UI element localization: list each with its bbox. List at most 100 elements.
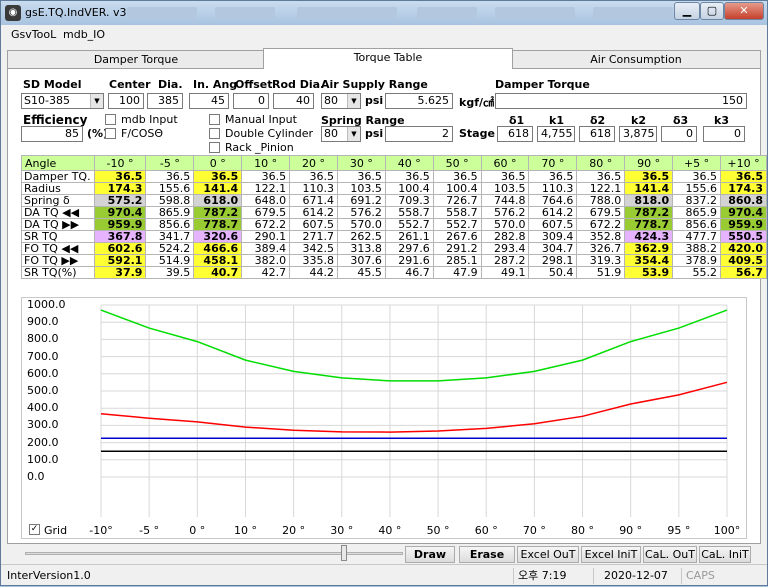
chevron-down-icon[interactable]: ▼: [347, 127, 360, 141]
rod-dia-field[interactable]: 40: [273, 93, 314, 109]
table-cell[interactable]: 122.1: [576, 182, 626, 195]
table-cell[interactable]: 45.5: [336, 266, 386, 279]
table-cell[interactable]: 103.5: [336, 182, 386, 195]
table-cell[interactable]: 672.2: [241, 218, 291, 231]
table-cell[interactable]: 341.7: [145, 230, 195, 243]
table-cell[interactable]: 389.4: [241, 242, 291, 255]
table-cell[interactable]: 319.3: [576, 254, 626, 267]
rack-pinion-checkbox[interactable]: [209, 142, 220, 153]
table-cell[interactable]: 477.7: [672, 230, 721, 243]
table-cell[interactable]: 313.8: [336, 242, 386, 255]
table-cell[interactable]: 354.4: [624, 254, 674, 267]
table-cell[interactable]: 100.4: [432, 182, 482, 195]
table-cell[interactable]: 44.2: [289, 266, 338, 279]
table-cell[interactable]: 382.0: [241, 254, 291, 267]
table-cell[interactable]: 787.2: [624, 206, 674, 219]
table-cell[interactable]: 53.9: [624, 266, 674, 279]
excel-init-button[interactable]: Excel IniT: [581, 546, 641, 563]
center-field[interactable]: 100: [108, 93, 144, 109]
air-supply-field[interactable]: 5.625: [385, 93, 453, 109]
table-cell[interactable]: 285.1: [432, 254, 482, 267]
table-cell[interactable]: 709.3: [384, 194, 434, 207]
menu-mdb-io[interactable]: mdb_IO: [63, 28, 105, 41]
tab-damper-torque[interactable]: Damper Torque: [7, 50, 265, 68]
table-cell[interactable]: 552.7: [432, 218, 482, 231]
table-cell[interactable]: 297.6: [384, 242, 434, 255]
table-cell[interactable]: 326.7: [576, 242, 626, 255]
table-cell[interactable]: 36.5: [145, 170, 195, 183]
double-cylinder-checkbox[interactable]: [209, 128, 220, 139]
close-button[interactable]: ✕: [724, 2, 764, 20]
table-cell[interactable]: 290.1: [241, 230, 291, 243]
table-cell[interactable]: 679.5: [576, 206, 626, 219]
air-supply-psi-select[interactable]: 80 ▼: [321, 93, 361, 109]
table-cell[interactable]: 36.5: [528, 170, 578, 183]
table-cell[interactable]: 466.6: [193, 242, 243, 255]
table-cell[interactable]: 550.5: [720, 230, 767, 243]
table-cell[interactable]: 55.2: [672, 266, 721, 279]
dia-field[interactable]: 385: [147, 93, 183, 109]
table-cell[interactable]: 103.5: [480, 182, 530, 195]
table-cell[interactable]: 618.0: [193, 194, 243, 207]
tab-air-consumption[interactable]: Air Consumption: [511, 50, 761, 68]
table-cell[interactable]: 458.1: [193, 254, 243, 267]
table-cell[interactable]: 672.2: [576, 218, 626, 231]
draw-button[interactable]: Draw: [405, 546, 455, 563]
table-cell[interactable]: 352.8: [576, 230, 626, 243]
table-cell[interactable]: 744.8: [480, 194, 530, 207]
cal-init-button[interactable]: CaL. IniT: [699, 546, 751, 563]
table-cell[interactable]: 570.0: [480, 218, 530, 231]
table-cell[interactable]: 36.5: [432, 170, 482, 183]
table-cell[interactable]: 36.5: [336, 170, 386, 183]
table-cell[interactable]: 558.7: [384, 206, 434, 219]
table-cell[interactable]: 598.8: [145, 194, 195, 207]
table-cell[interactable]: 388.2: [672, 242, 721, 255]
maximize-button[interactable]: ▢: [700, 2, 724, 20]
table-cell[interactable]: 320.6: [193, 230, 243, 243]
table-cell[interactable]: 679.5: [241, 206, 291, 219]
table-cell[interactable]: 335.8: [289, 254, 338, 267]
table-cell[interactable]: 970.4: [720, 206, 767, 219]
table-cell[interactable]: 576.2: [336, 206, 386, 219]
table-cell[interactable]: 262.5: [336, 230, 386, 243]
sd-model-select[interactable]: S10-385 ▼: [21, 93, 104, 109]
table-cell[interactable]: 100.4: [384, 182, 434, 195]
table-cell[interactable]: 959.9: [93, 218, 147, 231]
minimize-button[interactable]: ▁: [674, 2, 700, 20]
table-cell[interactable]: 155.6: [145, 182, 195, 195]
menu-gsvtool[interactable]: GsvTooL: [11, 28, 56, 41]
table-cell[interactable]: 362.9: [624, 242, 674, 255]
table-cell[interactable]: 778.7: [624, 218, 674, 231]
table-cell[interactable]: 42.7: [241, 266, 291, 279]
table-cell[interactable]: 282.8: [480, 230, 530, 243]
zoom-slider-thumb[interactable]: [341, 545, 347, 561]
table-cell[interactable]: 788.0: [576, 194, 626, 207]
table-cell[interactable]: 860.8: [720, 194, 767, 207]
table-cell[interactable]: 764.6: [528, 194, 578, 207]
table-cell[interactable]: 524.2: [145, 242, 195, 255]
stage-k2-field[interactable]: 3,875: [619, 126, 657, 142]
table-cell[interactable]: 56.7: [720, 266, 767, 279]
table-cell[interactable]: 378.9: [672, 254, 721, 267]
table-cell[interactable]: 36.5: [720, 170, 767, 183]
table-cell[interactable]: 110.3: [528, 182, 578, 195]
table-cell[interactable]: 36.5: [576, 170, 626, 183]
table-cell[interactable]: 778.7: [193, 218, 243, 231]
table-cell[interactable]: 141.4: [193, 182, 243, 195]
table-cell[interactable]: 110.3: [289, 182, 338, 195]
chevron-down-icon[interactable]: ▼: [90, 94, 103, 108]
stage-d2-field[interactable]: 618: [579, 126, 615, 142]
tab-torque-table[interactable]: Torque Table: [263, 48, 513, 69]
fcos-checkbox[interactable]: [105, 128, 116, 139]
table-cell[interactable]: 865.9: [145, 206, 195, 219]
table-cell[interactable]: 36.5: [193, 170, 243, 183]
table-cell[interactable]: 36.5: [384, 170, 434, 183]
table-cell[interactable]: 36.5: [672, 170, 721, 183]
efficiency-field[interactable]: 85: [21, 126, 83, 142]
table-cell[interactable]: 607.5: [528, 218, 578, 231]
table-cell[interactable]: 575.2: [93, 194, 147, 207]
table-cell[interactable]: 40.7: [193, 266, 243, 279]
table-cell[interactable]: 691.2: [336, 194, 386, 207]
table-cell[interactable]: 614.2: [289, 206, 338, 219]
table-cell[interactable]: 49.1: [480, 266, 530, 279]
